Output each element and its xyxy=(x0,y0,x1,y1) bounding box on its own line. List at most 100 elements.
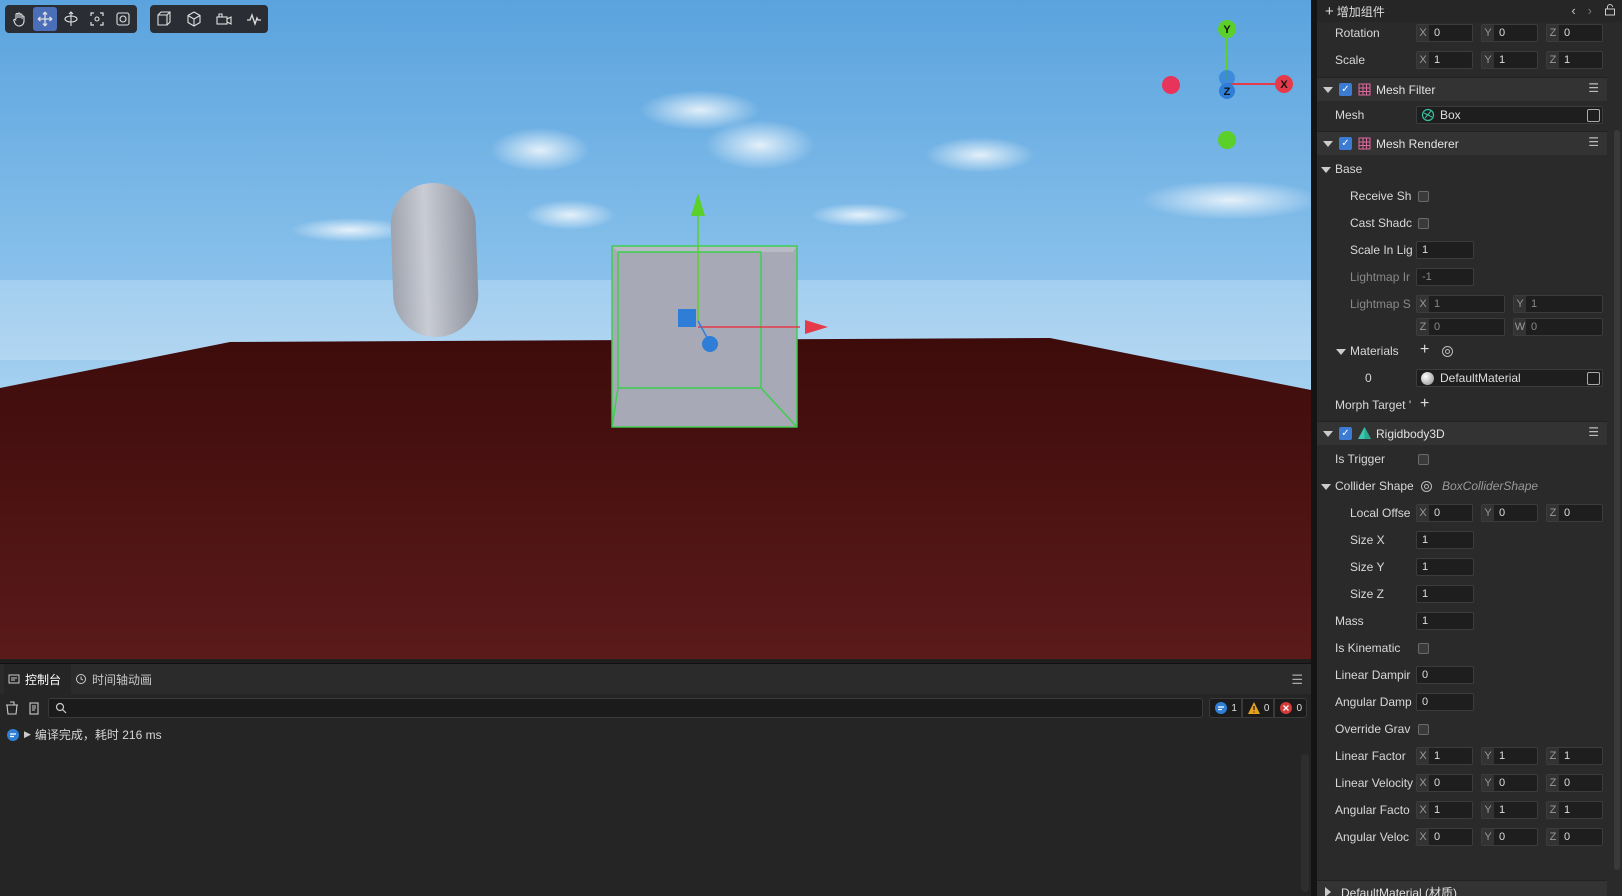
collapse-arrow-icon[interactable] xyxy=(1323,141,1333,147)
base-section[interactable]: Base xyxy=(1317,156,1607,183)
mesh-asset-field[interactable]: Box xyxy=(1416,106,1603,124)
rect-tool-button[interactable] xyxy=(111,7,135,31)
component-menu-icon[interactable]: ☰ xyxy=(1588,425,1599,439)
collapse-arrow-icon[interactable] xyxy=(1321,484,1331,490)
mesh-filter-header[interactable]: ✓ Mesh Filter ☰ xyxy=(1317,77,1607,101)
cast-shadow-checkbox[interactable] xyxy=(1418,218,1429,229)
lightmap-scale-z-field[interactable]: Z0 xyxy=(1416,318,1505,336)
rotation-z-field[interactable]: Z0 xyxy=(1546,24,1603,42)
hand-tool-button[interactable] xyxy=(7,7,31,31)
info-filter[interactable]: 1 xyxy=(1209,698,1242,718)
add-material-icon[interactable]: + xyxy=(1420,341,1429,359)
settings-icon[interactable] xyxy=(1441,345,1454,358)
override-gravity-checkbox[interactable] xyxy=(1418,724,1429,735)
warning-filter[interactable]: 0 xyxy=(1241,698,1275,718)
error-filter[interactable]: 0 xyxy=(1274,698,1307,718)
camera-button[interactable] xyxy=(212,7,236,31)
angular-velocity-z-field[interactable]: Z0 xyxy=(1546,828,1603,846)
mass-row: Mass 1 xyxy=(1317,608,1607,635)
size-x-input[interactable]: 1 xyxy=(1416,531,1474,549)
scale-z-field[interactable]: Z1 xyxy=(1546,51,1603,69)
lightmap-index-input[interactable]: -1 xyxy=(1416,268,1474,286)
expand-arrow-icon[interactable] xyxy=(1325,887,1331,896)
info-count: 1 xyxy=(1231,702,1237,714)
default-material-header[interactable]: DefaultMaterial (材质) xyxy=(1317,880,1607,896)
rotate-tool-button[interactable] xyxy=(59,7,83,31)
collapse-arrow-icon[interactable] xyxy=(1321,167,1331,173)
local-offset-x-field[interactable]: X0 xyxy=(1416,504,1473,522)
angular-factor-x-field[interactable]: X1 xyxy=(1416,801,1473,819)
component-menu-icon[interactable]: ☰ xyxy=(1588,135,1599,149)
gizmo-x-label[interactable]: X xyxy=(1280,79,1288,91)
scene-canvas[interactable]: Y X Z xyxy=(0,0,1311,659)
lightmap-scale-x-field[interactable]: X1 xyxy=(1416,295,1505,313)
linear-velocity-y-field[interactable]: Y0 xyxy=(1481,774,1538,792)
angular-velocity-x-field[interactable]: X0 xyxy=(1416,828,1473,846)
add-morph-target-icon[interactable]: + xyxy=(1420,395,1429,413)
material-asset-field[interactable]: DefaultMaterial xyxy=(1416,369,1603,387)
component-menu-icon[interactable]: ☰ xyxy=(1588,81,1599,95)
perspective-button[interactable] xyxy=(182,7,206,31)
mesh-filter-icon xyxy=(1358,83,1371,96)
collapse-arrow-icon[interactable] xyxy=(1323,431,1333,437)
rotation-x-field[interactable]: X0 xyxy=(1416,24,1473,42)
move-tool-button[interactable] xyxy=(33,7,57,31)
is-trigger-checkbox[interactable] xyxy=(1418,454,1429,465)
collapse-arrow-icon[interactable] xyxy=(1336,349,1346,355)
linear-factor-y-field[interactable]: Y1 xyxy=(1481,747,1538,765)
linear-factor-z-field[interactable]: Z1 xyxy=(1546,747,1603,765)
angular-damping-input[interactable]: 0 xyxy=(1416,693,1474,711)
mass-input[interactable]: 1 xyxy=(1416,612,1474,630)
local-global-button[interactable] xyxy=(152,7,176,31)
size-y-input[interactable]: 1 xyxy=(1416,558,1474,576)
angular-factor-y-field[interactable]: Y1 xyxy=(1481,801,1538,819)
local-offset-row: Local Offse X0 Y0 Z0 xyxy=(1317,500,1607,527)
inspector-scrollbar[interactable] xyxy=(1614,130,1620,870)
rigidbody-header[interactable]: ✓ Rigidbody3D ☰ xyxy=(1317,421,1607,445)
lightmap-scale-y-field[interactable]: Y1 xyxy=(1513,295,1603,313)
stats-button[interactable] xyxy=(242,7,266,31)
settings-icon[interactable] xyxy=(1420,480,1433,493)
scale-in-lightmap-input[interactable]: 1 xyxy=(1416,241,1474,259)
mesh-filter-enabled-checkbox[interactable]: ✓ xyxy=(1339,83,1352,96)
back-icon[interactable]: ‹ xyxy=(1571,3,1575,18)
mesh-renderer-header[interactable]: ✓ Mesh Renderer ☰ xyxy=(1317,131,1607,155)
scene-viewport[interactable]: Y X Z xyxy=(0,0,1311,659)
asset-picker-icon[interactable] xyxy=(1587,372,1600,385)
angular-velocity-y-field[interactable]: Y0 xyxy=(1481,828,1538,846)
add-component-button[interactable]: 增加组件 xyxy=(1337,3,1385,20)
cast-shadow-row: Cast Shadc xyxy=(1317,210,1607,237)
is-kinematic-checkbox[interactable] xyxy=(1418,643,1429,654)
receive-shadow-checkbox[interactable] xyxy=(1418,191,1429,202)
copy-icon[interactable] xyxy=(26,700,42,716)
gizmo-z-label[interactable]: Z xyxy=(1224,86,1231,98)
linear-velocity-x-field[interactable]: X0 xyxy=(1416,774,1473,792)
scale-y-field[interactable]: Y1 xyxy=(1481,51,1538,69)
clear-console-icon[interactable] xyxy=(4,700,20,716)
rigidbody-enabled-checkbox[interactable]: ✓ xyxy=(1339,427,1352,440)
asset-picker-icon[interactable] xyxy=(1587,109,1600,122)
mesh-renderer-enabled-checkbox[interactable]: ✓ xyxy=(1339,137,1352,150)
angular-factor-z-field[interactable]: Z1 xyxy=(1546,801,1603,819)
console-menu-icon[interactable]: ☰ xyxy=(1291,672,1303,688)
scale-x-field[interactable]: X1 xyxy=(1416,51,1473,69)
console-search-input[interactable] xyxy=(48,698,1204,718)
rotation-y-field[interactable]: Y0 xyxy=(1481,24,1538,42)
tab-timeline[interactable]: 时间轴动画 xyxy=(71,664,162,694)
tab-console[interactable]: 控制台 xyxy=(4,664,72,694)
forward-icon[interactable]: › xyxy=(1588,3,1592,18)
linear-damping-input[interactable]: 0 xyxy=(1416,666,1474,684)
local-offset-z-field[interactable]: Z0 xyxy=(1546,504,1603,522)
local-offset-y-field[interactable]: Y0 xyxy=(1481,504,1538,522)
log-entry[interactable]: ▶ 编译完成，耗时 216 ms xyxy=(0,722,1311,747)
linear-factor-x-field[interactable]: X1 xyxy=(1416,747,1473,765)
console-scrollbar[interactable] xyxy=(1301,754,1309,892)
collapse-arrow-icon[interactable] xyxy=(1323,87,1333,93)
expand-arrow-icon[interactable]: ▶ xyxy=(24,729,31,740)
lightmap-scale-w-field[interactable]: W0 xyxy=(1513,318,1603,336)
gizmo-y-label[interactable]: Y xyxy=(1223,24,1231,36)
linear-velocity-z-field[interactable]: Z0 xyxy=(1546,774,1603,792)
scale-tool-button[interactable] xyxy=(85,7,109,31)
lock-icon[interactable] xyxy=(1604,3,1616,16)
size-z-input[interactable]: 1 xyxy=(1416,585,1474,603)
